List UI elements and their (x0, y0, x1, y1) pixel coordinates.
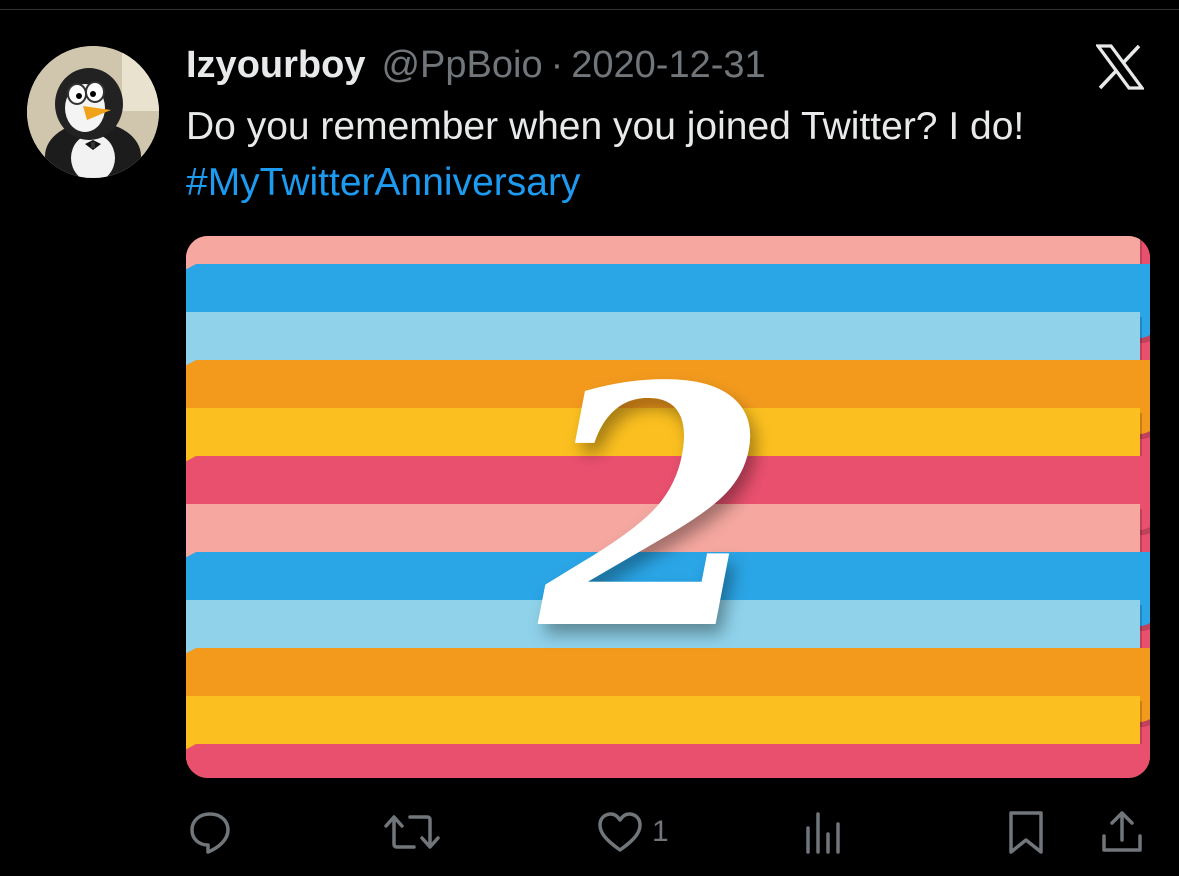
tweet-text: Do you remember when you joined Twitter?… (186, 105, 1025, 148)
heart-icon (598, 812, 642, 852)
tweet-date[interactable]: 2020-12-31 (571, 44, 765, 87)
paper-scallop-illustration: 2 (186, 236, 1150, 778)
reply-button[interactable] (186, 804, 234, 860)
top-divider (0, 0, 1179, 10)
author-handle[interactable]: @PpBoio (381, 44, 542, 87)
bookmark-button[interactable] (1004, 804, 1048, 860)
comment-icon (190, 812, 230, 854)
views-button[interactable] (800, 804, 844, 860)
separator-dot: · (550, 44, 564, 86)
hashtag-link[interactable]: #MyTwitterAnniversary (186, 156, 580, 210)
retweet-button[interactable] (384, 804, 440, 860)
x-logo-icon[interactable] (1094, 44, 1146, 90)
avatar[interactable] (27, 46, 159, 178)
like-count: 1 (652, 815, 669, 848)
tweet-header: Izyourboy @PpBoio · 2020-12-31 (186, 44, 766, 90)
share-button[interactable] (1098, 804, 1146, 860)
action-bar: 1 (186, 804, 1150, 860)
author-name[interactable]: Izyourboy (186, 44, 365, 87)
penguin-avatar-icon (27, 46, 159, 178)
bookmark-icon (1009, 811, 1043, 854)
tweet-media-image[interactable]: 2 (186, 236, 1150, 778)
bar-chart-icon (806, 812, 840, 854)
retweet-icon (384, 815, 440, 849)
share-icon (1102, 811, 1142, 852)
like-button[interactable]: 1 (596, 804, 669, 860)
anniversary-numeral: 2 (534, 314, 769, 702)
